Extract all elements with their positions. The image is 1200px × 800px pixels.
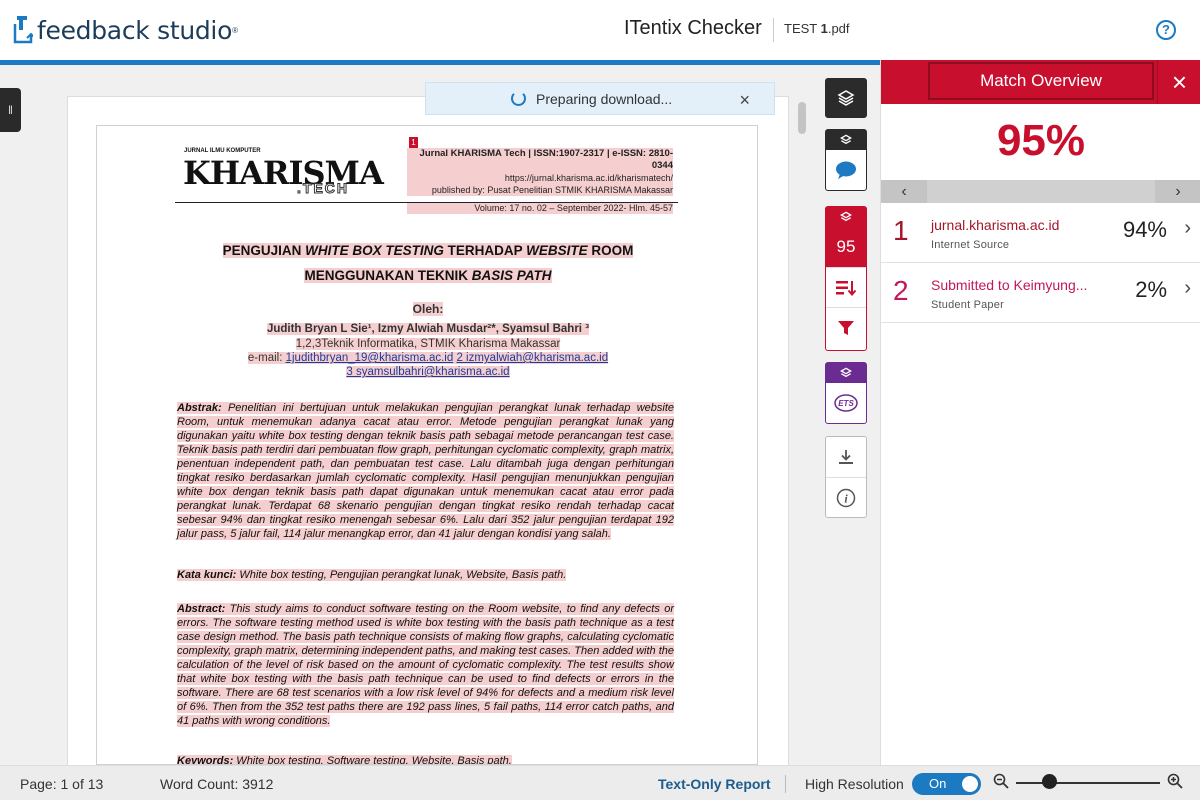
keywords: Keywords: White box testing, Software te… (177, 755, 512, 765)
svg-text:i: i (844, 491, 848, 505)
title-divider (773, 18, 774, 42)
close-icon[interactable]: × (1157, 60, 1200, 104)
download-toast: Preparing download... × (425, 82, 775, 115)
similarity-layer-group: 95 (825, 206, 867, 351)
match-percent: 2% (1135, 277, 1167, 302)
journal-logo: KHARISMA (183, 154, 384, 192)
zoom-out-icon[interactable] (993, 773, 1009, 789)
zoom-slider-track[interactable] (1016, 782, 1160, 784)
high-resolution-label: High Resolution (805, 776, 904, 792)
layers-icon (837, 90, 855, 106)
layers-icon (826, 363, 866, 383)
all-sources-button[interactable] (826, 267, 866, 307)
journal-header-line: Jurnal KHARISMA Tech | ISSN:1907-2317 | … (407, 148, 673, 172)
panel-title: Match Overview (928, 62, 1154, 100)
paper-authors: Judith Bryan L Sie¹, Izmy Alwiah Musdar²… (266, 323, 590, 335)
match-source: jurnal.kharisma.ac.id (931, 217, 1060, 233)
grading-layer-group (825, 129, 867, 191)
match-number: 1 (893, 215, 909, 246)
match-percent: 94% (1122, 217, 1167, 242)
ets-icon: ETS (834, 394, 858, 412)
panel-header: Match Overview × (881, 60, 1200, 104)
download-icon (839, 450, 853, 464)
paper-emails: e-mail: 1judithbryan_19@kharisma.ac.id 2… (247, 352, 609, 364)
sort-list-icon (836, 280, 857, 296)
match-source-type: Internet Source (931, 239, 1010, 251)
journal-header-line: https://jurnal.kharisma.ac.id/kharismate… (407, 172, 673, 184)
help-icon[interactable]: ? (1156, 20, 1176, 40)
file-name: TEST 1.pdf (784, 21, 850, 36)
paper-affiliation: 1,2,3Teknik Informatika, STMIK Kharisma … (295, 338, 561, 350)
header-rule (175, 202, 678, 203)
kata-kunci: Kata kunci: White box testing, Pengujian… (177, 569, 567, 581)
match-row[interactable]: 1 jurnal.kharisma.ac.id Internet Source … (881, 203, 1200, 263)
match-overview-panel: Match Overview × 95% ‹ › 1 jurnal.kharis… (880, 60, 1200, 765)
chevron-right-icon[interactable]: › (1184, 277, 1191, 300)
logo-trademark: ® (232, 25, 238, 35)
text-only-report-link[interactable]: Text-Only Report (658, 776, 771, 792)
turnitin-logo-icon (13, 16, 33, 44)
match-nav-bar: ‹ › (881, 180, 1200, 203)
viewer-scroll-thumb[interactable] (798, 102, 806, 134)
ets-layer-group: ETS (825, 362, 867, 424)
next-match-button[interactable]: › (1155, 180, 1200, 203)
app-title: ITentix Checker (624, 17, 762, 39)
toggle-label: On (929, 776, 947, 791)
email-link[interactable]: 2 izmyalwiah@kharisma.ac.id (456, 352, 608, 364)
zoom-in-icon[interactable] (1167, 773, 1183, 789)
journal-header-line: published by: Pusat Penelitian STMIK KHA… (407, 184, 673, 196)
viewer-scrollbar[interactable] (797, 96, 807, 766)
match-overview-button[interactable]: 95 (826, 227, 866, 267)
match-marker-1[interactable]: 1 (409, 137, 418, 148)
match-source: Submitted to Keimyung... (931, 277, 1088, 293)
ets-etater-button[interactable]: ETS (826, 383, 866, 423)
toggle-knob (962, 776, 978, 792)
layers-button[interactable] (825, 78, 867, 118)
email-link[interactable]: 1judithbryan_19@kharisma.ac.id (286, 352, 454, 364)
layers-icon (826, 207, 866, 227)
app-header: feedback studio ® ITentix Checker TEST 1… (0, 0, 1200, 60)
paper-emails: 3 syamsulbahri@kharisma.ac.id (97, 365, 757, 379)
abstrak-paragraph: Abstrak: Penelitian ini bertujuan untuk … (177, 402, 674, 540)
abstract-paragraph: Abstract: This study aims to conduct sof… (177, 603, 674, 727)
info-button[interactable]: i (826, 477, 866, 517)
document-page: JURNAL ILMU KOMPUTER KHARISMA .TECH 1 Ju… (96, 125, 758, 765)
layers-icon (826, 130, 866, 150)
footer-divider (785, 775, 786, 793)
feedback-studio-logo[interactable]: feedback studio ® (13, 14, 238, 46)
page-indicator: Page: 1 of 13 (20, 776, 104, 792)
zoom-slider-handle[interactable] (1042, 774, 1057, 789)
oleh-label: Oleh: (412, 302, 444, 316)
filter-icon (838, 320, 854, 335)
filter-button[interactable] (826, 307, 866, 347)
comment-icon (836, 161, 856, 179)
logo-text: feedback studio (37, 15, 233, 45)
comment-button[interactable] (826, 150, 866, 190)
journal-header-info: Jurnal KHARISMA Tech | ISSN:1907-2317 | … (407, 148, 673, 214)
toast-message: Preparing download... (536, 90, 673, 107)
match-number: 2 (893, 275, 909, 306)
info-icon: i (836, 488, 856, 507)
match-row[interactable]: 2 Submitted to Keimyung... Student Paper… (881, 263, 1200, 323)
paper-title: PENGUJIAN WHITE BOX TESTING TERHADAP WEB… (222, 243, 634, 283)
svg-text:ETS: ETS (838, 399, 854, 408)
download-button[interactable] (826, 437, 866, 477)
loading-spinner-icon (511, 91, 526, 106)
toast-close-icon[interactable]: × (739, 90, 750, 111)
word-count: Word Count: 3912 (160, 776, 274, 792)
side-drawer-handle[interactable]: ‖ (0, 88, 21, 132)
previous-match-button[interactable]: ‹ (881, 180, 927, 203)
journal-logo-tech: .TECH (297, 180, 349, 197)
chevron-right-icon[interactable]: › (1184, 217, 1191, 240)
utility-group: i (825, 436, 867, 518)
match-source-type: Student Paper (931, 299, 1004, 311)
journal-header-line: Volume: 17 no. 02 – September 2022- Hlm.… (407, 202, 673, 214)
high-resolution-toggle[interactable]: On (912, 773, 981, 795)
status-bar: Page: 1 of 13 Word Count: 3912 Text-Only… (0, 765, 1200, 800)
overall-similarity-percent: 95% (996, 116, 1086, 165)
email-link[interactable]: 3 syamsulbahri@kharisma.ac.id (346, 366, 509, 378)
